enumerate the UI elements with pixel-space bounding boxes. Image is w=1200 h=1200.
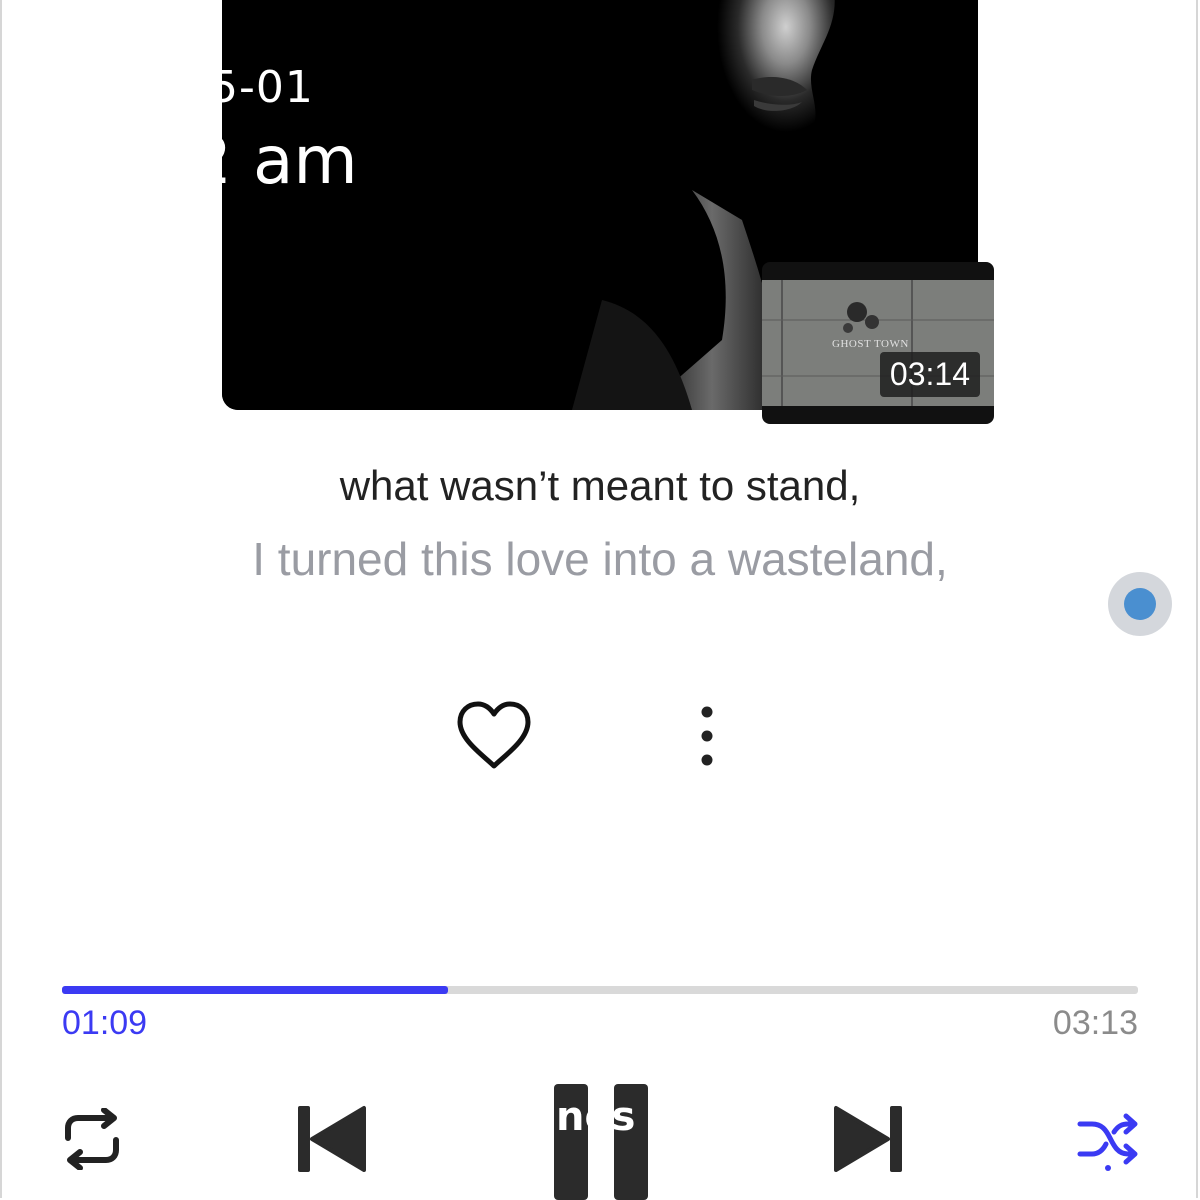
skip-previous-icon: [298, 1106, 366, 1172]
like-button[interactable]: [454, 698, 534, 772]
assistive-touch-dot: [1124, 588, 1156, 620]
video-duration-badge: 03:14: [879, 352, 980, 397]
vertical-ellipsis-icon: [701, 706, 713, 766]
progress-bar[interactable]: [62, 986, 1138, 994]
elapsed-time: 01:09: [62, 1004, 148, 1042]
total-time: 03:13: [1052, 1004, 1138, 1042]
progress-fill: [62, 986, 449, 994]
thumbnail-caption: GHOST TOWN: [832, 338, 909, 350]
repeat-button[interactable]: [58, 1107, 126, 1171]
heart-outline-icon: [457, 701, 531, 769]
lyric-current-line: what wasn’t meant to stand,: [339, 462, 861, 509]
repeat-icon: [65, 1107, 119, 1171]
more-options-button[interactable]: [690, 700, 724, 772]
pause-overlay-text: nes: [556, 1094, 636, 1134]
lyric-next-line: I turned this love into a wasteland,: [252, 533, 948, 585]
next-track-button[interactable]: [832, 1104, 904, 1174]
shuffle-button[interactable]: [1076, 1110, 1140, 1172]
previous-track-button[interactable]: [296, 1104, 368, 1174]
assistive-touch-button[interactable]: [1108, 572, 1172, 636]
skip-next-icon: [834, 1106, 902, 1172]
overlay-date: 5-01: [210, 62, 314, 113]
overlay-time: 2 am: [190, 122, 358, 199]
video-thumbnail[interactable]: GHOST TOWN 03:14: [762, 262, 994, 424]
shuffle-icon: [1077, 1113, 1138, 1171]
